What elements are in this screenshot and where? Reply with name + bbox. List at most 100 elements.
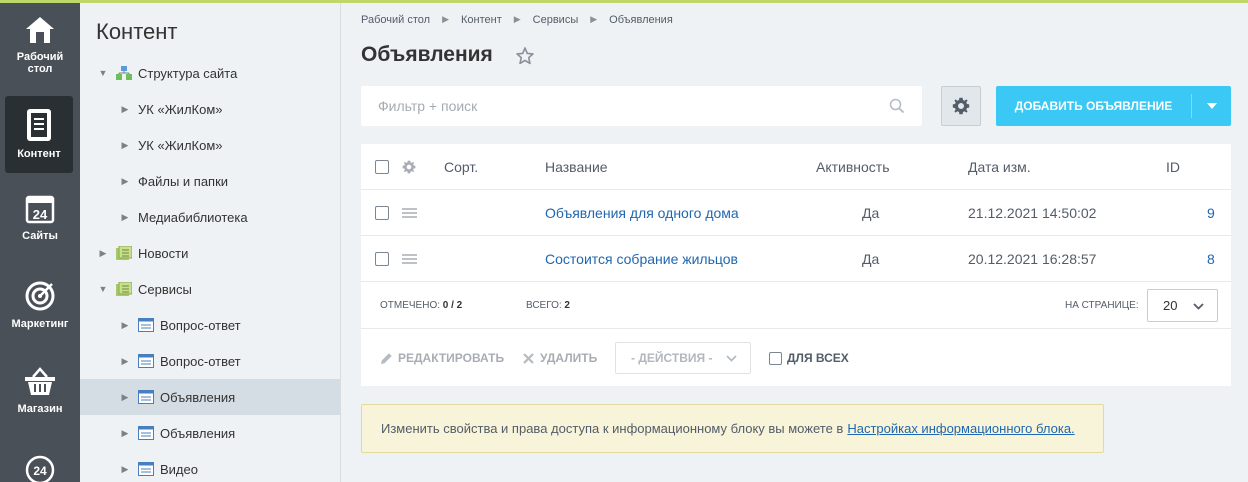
collapsed-arrow-icon[interactable]: ▶ <box>120 320 130 330</box>
target-icon <box>25 281 55 311</box>
rail-item-content[interactable]: Контент <box>5 96 73 173</box>
edit-action[interactable]: РЕДАКТИРОВАТЬ <box>380 330 504 386</box>
chevron-down-icon <box>1193 303 1204 310</box>
add-announcement-button[interactable]: ДОБАВИТЬ ОБЪЯВЛЕНИЕ <box>996 86 1231 126</box>
collapsed-arrow-icon[interactable]: ▶ <box>120 140 130 150</box>
row-active: Да <box>862 251 880 267</box>
collapsed-arrow-icon[interactable]: ▶ <box>120 104 130 114</box>
collapsed-arrow-icon[interactable]: ▶ <box>120 464 130 474</box>
tree-item-files-folders[interactable]: ▶ Файлы и папки <box>80 163 340 199</box>
tree-item-label: Новости <box>138 245 189 261</box>
collapsed-arrow-icon[interactable]: ▶ <box>98 248 108 258</box>
tree-item-label: УК «ЖилКом» <box>138 137 223 153</box>
collapsed-arrow-icon[interactable]: ▶ <box>120 392 130 402</box>
tree-item-announcements-2[interactable]: ▶ Объявления <box>80 415 340 451</box>
collapsed-arrow-icon[interactable]: ▶ <box>120 212 130 222</box>
collapsed-arrow-icon[interactable]: ▶ <box>120 428 130 438</box>
delete-label: УДАЛИТЬ <box>540 351 598 365</box>
rail-item-marketing[interactable]: Маркетинг <box>0 280 80 330</box>
caret-down-icon <box>1206 103 1217 109</box>
total-value: 2 <box>564 299 570 311</box>
iblock-settings-link[interactable]: Настройках информационного блока. <box>847 421 1074 436</box>
grid-header-row: Сорт. Название Активность Дата изм. ID <box>361 144 1231 190</box>
expanded-arrow-icon[interactable]: ▼ <box>98 284 108 294</box>
pencil-icon <box>381 352 392 364</box>
search-icon[interactable] <box>889 98 905 114</box>
row-active: Да <box>862 205 880 221</box>
tree-item-news[interactable]: ▶ Новости <box>80 235 340 271</box>
notice-text: Изменить свойства и права доступа к инфо… <box>381 421 844 436</box>
row-date: 21.12.2021 14:50:02 <box>968 205 1097 221</box>
for-all-checkbox[interactable] <box>769 351 782 365</box>
breadcrumb-separator-icon: ▶ <box>513 14 521 24</box>
grid-footer: ОТМЕЧЕНО: 0 / 2 ВСЕГО: 2 НА СТРАНИЦЕ: 20 <box>361 281 1231 329</box>
tree-item-label: Структура сайта <box>138 65 238 81</box>
tree-item-video[interactable]: ▶ Видео <box>80 451 340 482</box>
rail-item-b24[interactable]: 24 <box>0 455 80 482</box>
settings-button[interactable] <box>941 86 981 126</box>
tree-item-label: УК «ЖилКом» <box>138 101 223 117</box>
breadcrumb-item[interactable]: Объявления <box>609 14 673 26</box>
column-header-name[interactable]: Название <box>545 144 608 190</box>
row-checkbox[interactable] <box>375 252 389 266</box>
tree-item-label: Видео <box>160 461 198 477</box>
tree-item-qa-2[interactable]: ▶ Вопрос-ответ <box>80 343 340 379</box>
delete-action[interactable]: УДАЛИТЬ <box>523 330 597 386</box>
tree-item-label: Объявления <box>160 425 236 441</box>
add-announcement-label: ДОБАВИТЬ ОБЪЯВЛЕНИЕ <box>1014 99 1173 113</box>
checked-value: 0 / 2 <box>442 299 463 311</box>
tree-item-label: Объявления <box>160 389 236 405</box>
svg-text:24: 24 <box>33 464 47 478</box>
filter-search-box <box>361 86 922 126</box>
star-icon[interactable] <box>515 46 535 66</box>
collapsed-arrow-icon[interactable]: ▶ <box>120 356 130 366</box>
collapsed-arrow-icon[interactable]: ▶ <box>120 176 130 186</box>
tree-item-label: Файлы и папки <box>138 173 229 189</box>
per-page-select[interactable]: 20 <box>1147 289 1218 322</box>
column-settings-gear-icon[interactable] <box>402 160 416 174</box>
breadcrumb-item[interactable]: Рабочий стол <box>361 14 430 26</box>
tree-item-uk-zhilkom-1[interactable]: ▶ УК «ЖилКом» <box>80 91 340 127</box>
breadcrumb-item[interactable]: Сервисы <box>533 14 579 26</box>
basket-icon <box>25 367 55 395</box>
for-all-option[interactable]: ДЛЯ ВСЕХ <box>769 330 849 386</box>
select-all-checkbox[interactable] <box>375 160 389 174</box>
expanded-arrow-icon[interactable]: ▼ <box>98 68 108 78</box>
rail-label-sites: Сайты <box>22 230 58 242</box>
row-id[interactable]: 8 <box>1207 236 1215 282</box>
announcements-grid: Сорт. Название Активность Дата изм. ID О… <box>361 144 1231 386</box>
rail-item-desktop[interactable]: Рабочий стол <box>0 15 80 75</box>
row-menu-icon[interactable] <box>402 208 417 218</box>
rail-label-desktop-line1: Рабочий <box>16 51 64 63</box>
row-id[interactable]: 9 <box>1207 190 1215 236</box>
edit-label: РЕДАКТИРОВАТЬ <box>398 351 505 365</box>
tree-item-qa-1[interactable]: ▶ Вопрос-ответ <box>80 307 340 343</box>
content-tree-panel: Контент ▼ Структура сайта ▶ УК «ЖилКом» … <box>80 3 341 482</box>
row-menu-icon[interactable] <box>402 254 417 264</box>
rail-item-shop[interactable]: Магазин <box>0 367 80 415</box>
row-name-link[interactable]: Объявления для одного дома <box>545 190 739 236</box>
add-dropdown-toggle[interactable] <box>1192 103 1231 109</box>
column-header-active[interactable]: Активность <box>816 144 890 190</box>
filter-search-input[interactable] <box>361 86 891 126</box>
actions-select[interactable]: - ДЕЙСТВИЯ - <box>615 342 751 374</box>
row-name-link[interactable]: Состоится собрание жильцов <box>545 236 738 282</box>
rail-label-desktop-line2: стол <box>27 63 53 75</box>
tree-item-media-library[interactable]: ▶ Медиабиблиотека <box>80 199 340 235</box>
column-header-date[interactable]: Дата изм. <box>968 144 1031 190</box>
breadcrumb-item[interactable]: Контент <box>461 14 502 26</box>
per-page-label: НА СТРАНИЦЕ: <box>1065 299 1139 311</box>
column-header-sort[interactable]: Сорт. <box>444 144 478 190</box>
tree-item-site-structure[interactable]: ▼ Структура сайта <box>80 55 340 91</box>
rail-item-sites[interactable]: 24 Сайты <box>0 194 80 242</box>
per-page-value: 20 <box>1163 298 1178 313</box>
table-row[interactable]: Объявления для одного дома Да 21.12.2021… <box>361 190 1231 236</box>
row-checkbox[interactable] <box>375 206 389 220</box>
tree-item-uk-zhilkom-2[interactable]: ▶ УК «ЖилКом» <box>80 127 340 163</box>
tree-item-services[interactable]: ▼ Сервисы <box>80 271 340 307</box>
row-date: 20.12.2021 16:28:57 <box>968 251 1097 267</box>
table-row[interactable]: Состоится собрание жильцов Да 20.12.2021… <box>361 236 1231 282</box>
tree-item-announcements-1[interactable]: ▶ Объявления <box>80 379 340 415</box>
column-header-id[interactable]: ID <box>1166 144 1180 190</box>
iblock-type-icon <box>116 246 132 260</box>
